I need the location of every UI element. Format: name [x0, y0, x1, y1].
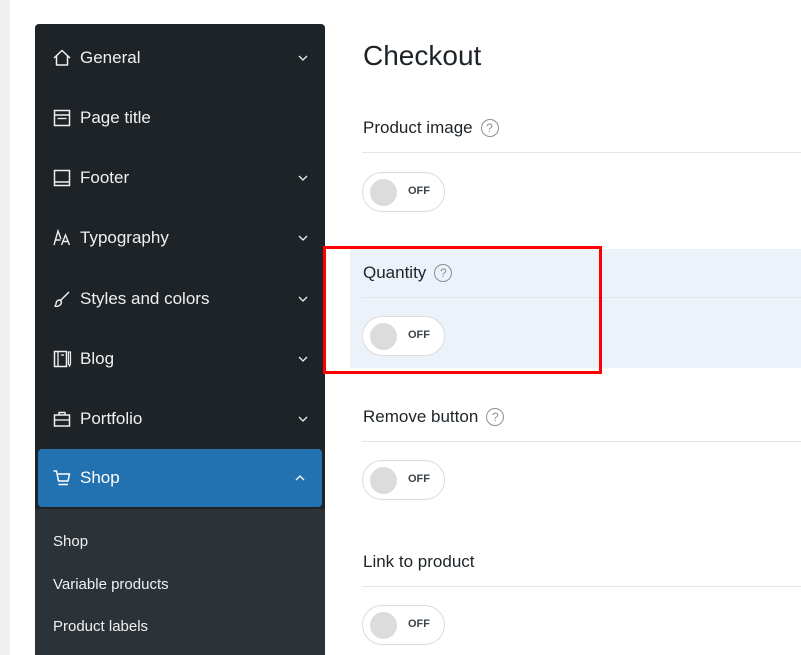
admin-gutter [0, 0, 10, 655]
chevron-down-icon [297, 293, 309, 305]
sidebar-item-label: Styles and colors [80, 289, 210, 308]
submenu-item-product-labels[interactable]: Product labels [53, 618, 148, 635]
divider [362, 586, 801, 587]
annotation-highlight-box [323, 246, 602, 374]
sidebar-item-label: Shop [80, 468, 120, 487]
setting-label-wrap: Product image ? [363, 118, 499, 138]
remove-button-toggle[interactable]: OFF [362, 460, 445, 500]
home-icon [52, 48, 72, 68]
chevron-up-icon [294, 472, 306, 484]
portfolio-icon [52, 409, 72, 429]
sidebar-item-blog[interactable]: Blog [35, 329, 325, 389]
setting-product-image: Product image ? OFF [350, 104, 801, 244]
sidebar-item-typography[interactable]: Typography [35, 208, 325, 268]
page-title: Checkout [363, 40, 482, 71]
setting-label: Link to product [363, 552, 475, 571]
toggle-state: OFF [408, 618, 430, 630]
sidebar-item-page-title[interactable]: Page title [35, 88, 325, 148]
setting-label: Remove button [363, 407, 479, 426]
shop-submenu: Shop Variable products Product labels [35, 509, 325, 655]
link-to-product-toggle[interactable]: OFF [362, 605, 445, 645]
chevron-down-icon [297, 413, 309, 425]
toggle-knob [370, 179, 397, 206]
sidebar-item-footer[interactable]: Footer [35, 148, 325, 208]
typography-icon [52, 228, 72, 248]
sidebar-item-label: Footer [80, 168, 130, 187]
setting-label-wrap: Remove button ? [363, 407, 505, 427]
sidebar-item-label: Typography [80, 228, 169, 247]
submenu-item-variable-products[interactable]: Variable products [53, 576, 169, 593]
chevron-down-icon [297, 232, 309, 244]
divider [362, 441, 801, 442]
toggle-state: OFF [408, 185, 430, 197]
sidebar-item-general[interactable]: General [35, 28, 325, 88]
chevron-down-icon [297, 52, 309, 64]
settings-sidebar: General Page title Footer Typography Sty… [35, 24, 325, 655]
blog-icon [52, 349, 72, 369]
sidebar-item-label: Portfolio [80, 409, 143, 428]
setting-label: Product image [363, 118, 473, 137]
chevron-down-icon [297, 172, 309, 184]
sidebar-item-label: Page title [80, 108, 151, 127]
divider [362, 152, 801, 153]
sidebar-item-portfolio[interactable]: Portfolio [35, 389, 325, 449]
sidebar-item-shop[interactable]: Shop [38, 449, 322, 507]
help-icon[interactable]: ? [486, 408, 505, 426]
setting-remove-button: Remove button ? OFF [350, 393, 801, 513]
toggle-state: OFF [408, 473, 430, 485]
submenu-item-shop[interactable]: Shop [53, 533, 88, 550]
cart-icon [52, 468, 72, 488]
setting-label-wrap: Link to product [363, 552, 475, 572]
toggle-knob [370, 612, 397, 639]
sidebar-item-styles-and-colors[interactable]: Styles and colors [35, 269, 325, 329]
product-image-toggle[interactable]: OFF [362, 172, 445, 212]
setting-link-to-product: Link to product OFF [350, 538, 801, 655]
chevron-down-icon [297, 353, 309, 365]
sidebar-item-label: Blog [80, 349, 115, 368]
footer-icon [52, 168, 72, 188]
toggle-knob [370, 467, 397, 494]
sidebar-item-label: General [80, 48, 141, 67]
page-title-icon [52, 108, 72, 128]
help-icon[interactable]: ? [480, 119, 499, 137]
brush-icon [52, 289, 72, 309]
